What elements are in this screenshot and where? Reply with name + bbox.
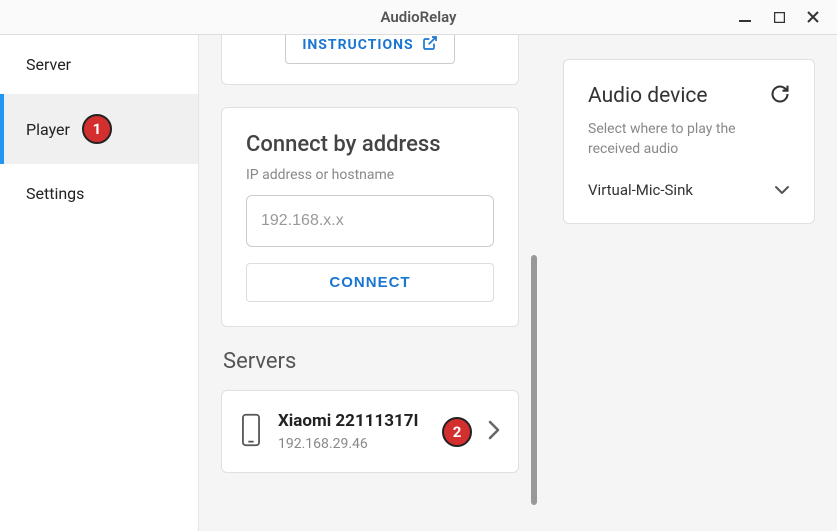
sidebar-item-label: Server — [26, 55, 71, 74]
audio-device-card: Audio device Select where to play the re… — [563, 59, 815, 224]
center-column: INSTRUCTIONS Connect by address IP addre… — [199, 35, 541, 531]
connect-button[interactable]: CONNECT — [246, 263, 494, 302]
sidebar-item-label: Settings — [26, 184, 84, 203]
instructions-card: INSTRUCTIONS — [221, 35, 519, 85]
server-row[interactable]: Xiaomi 22111317I 192.168.29.46 2 — [222, 391, 518, 472]
ip-input[interactable] — [246, 195, 494, 247]
server-ip: 192.168.29.46 — [278, 436, 426, 452]
titlebar: AudioRelay — [0, 0, 837, 35]
phone-icon — [240, 413, 262, 451]
chevron-down-icon — [774, 181, 790, 199]
main-layout: Server Player 1 Settings INSTRUCTIONS — [0, 35, 837, 531]
sidebar-item-server[interactable]: Server — [0, 35, 198, 94]
refresh-icon[interactable] — [770, 84, 790, 108]
connect-card: Connect by address IP address or hostnam… — [221, 107, 519, 327]
window-controls — [735, 0, 831, 34]
server-card[interactable]: Xiaomi 22111317I 192.168.29.46 2 — [221, 390, 519, 473]
servers-title: Servers — [221, 349, 519, 374]
audio-device-select[interactable]: Virtual-Mic-Sink — [588, 181, 790, 199]
minimize-button[interactable] — [735, 7, 755, 27]
server-name: Xiaomi 22111317I — [278, 411, 426, 432]
right-column: Audio device Select where to play the re… — [541, 35, 837, 531]
maximize-button[interactable] — [769, 7, 789, 27]
app-title: AudioRelay — [380, 8, 456, 26]
instructions-label: INSTRUCTIONS — [302, 37, 413, 53]
ip-field-label: IP address or hostname — [246, 167, 494, 183]
external-link-icon — [422, 35, 438, 55]
sidebar-item-label: Player — [26, 120, 70, 139]
scrollbar[interactable] — [531, 255, 537, 505]
close-button[interactable] — [803, 7, 823, 27]
annotation-badge: 2 — [442, 417, 472, 447]
audio-device-description: Select where to play the received audio — [588, 120, 790, 159]
annotation-badge: 1 — [82, 114, 112, 144]
instructions-button[interactable]: INSTRUCTIONS — [285, 35, 454, 64]
connect-title: Connect by address — [246, 132, 494, 157]
sidebar-item-player[interactable]: Player 1 — [0, 94, 198, 164]
audio-device-title: Audio device — [588, 84, 708, 108]
audio-device-selected: Virtual-Mic-Sink — [588, 181, 693, 199]
chevron-right-icon — [488, 420, 500, 444]
sidebar: Server Player 1 Settings — [0, 35, 199, 531]
sidebar-item-settings[interactable]: Settings — [0, 164, 198, 223]
server-info: Xiaomi 22111317I 192.168.29.46 — [278, 411, 426, 452]
